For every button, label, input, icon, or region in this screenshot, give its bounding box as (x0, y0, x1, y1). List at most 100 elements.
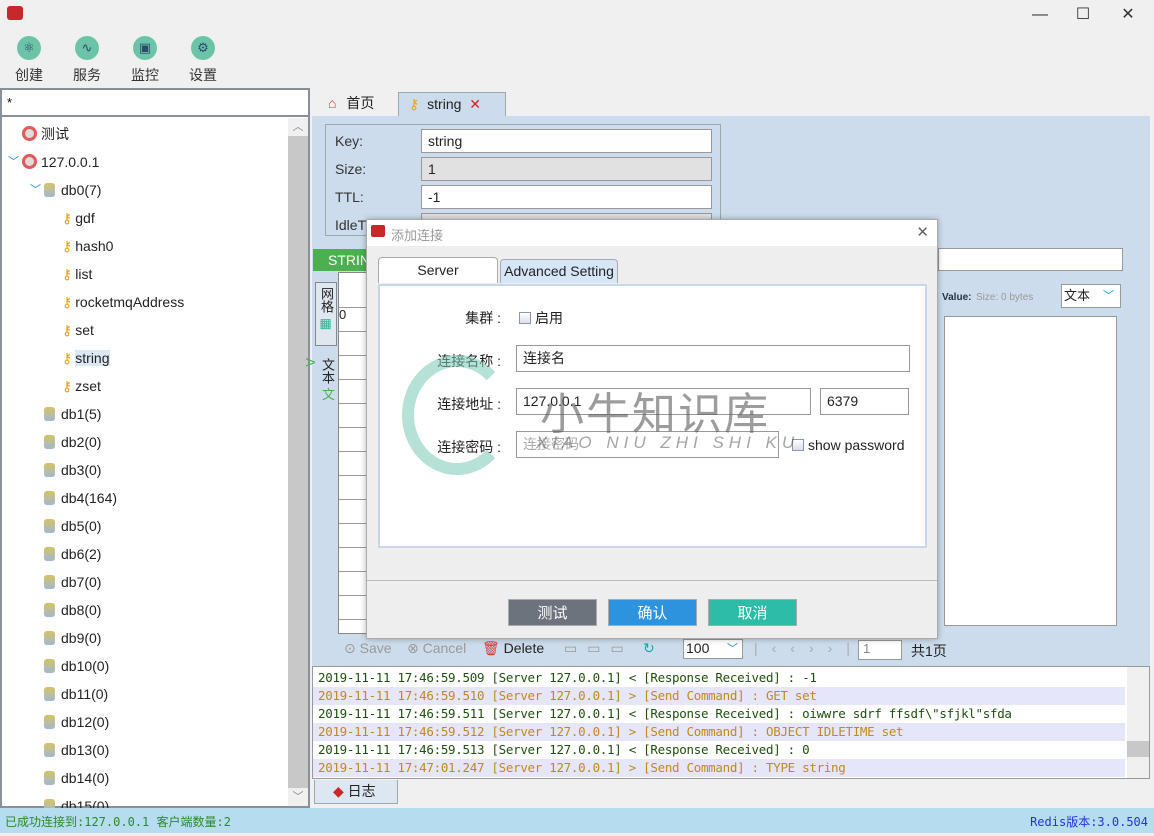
minimize-button[interactable]: — (1025, 4, 1055, 26)
connection-password-label: 连接密码 : (437, 439, 501, 455)
tab-log[interactable]: ◆ 日志 (314, 780, 398, 804)
tree-item-db[interactable]: db7(0) (44, 568, 101, 596)
key-icon: ⚷ (62, 266, 73, 282)
type-badge: STRIN (313, 249, 373, 271)
tree-scrollbar[interactable]: ︿ ﹀ (288, 118, 308, 806)
monitor-icon: ▣ (133, 36, 157, 60)
tree-item-db[interactable]: ﹀ db0(7) (30, 176, 101, 204)
value-textarea[interactable] (944, 316, 1117, 626)
pager-nav-icons[interactable]: |‹‹››| (754, 640, 864, 656)
chevron-down-icon[interactable]: ﹀ (30, 176, 41, 204)
tree-item-db[interactable]: db8(0) (44, 596, 101, 624)
password-input[interactable]: 连接密码 (516, 431, 779, 458)
status-redis-version: Redis版本:3.0.504 (1030, 815, 1148, 829)
database-icon (44, 715, 55, 729)
view-tab-grid[interactable]: 网格 ▦ (315, 282, 337, 346)
tree-item-db[interactable]: db2(0) (44, 428, 101, 456)
show-password-checkbox[interactable]: show password (792, 437, 905, 453)
key-icon: ⚷ (409, 96, 420, 112)
tree-item-key[interactable]: ⚷ set (62, 316, 94, 344)
tree-item-key[interactable]: ⚷ zset (62, 372, 101, 400)
add-connection-dialog: 添加连接 ✕ Server Advanced Setting 集群 : 启用 连… (366, 219, 938, 639)
database-icon (44, 547, 55, 561)
tree-item-db[interactable]: db9(0) (44, 624, 101, 652)
connection-name-input[interactable]: 连接名 (516, 345, 910, 372)
tree-item-db[interactable]: db1(5) (44, 400, 101, 428)
toolbar-label: 监控 (131, 67, 159, 83)
database-icon (44, 659, 55, 673)
tree-item-db[interactable]: db13(0) (44, 736, 109, 764)
tree-item-db[interactable]: db6(2) (44, 540, 101, 568)
toolbar-monitor-button[interactable]: ▣ 监控 (120, 36, 170, 85)
key-input[interactable]: string (421, 129, 712, 153)
log-scrollbar[interactable] (1127, 667, 1149, 778)
refresh-icon[interactable]: ↻ (643, 640, 655, 657)
tree-item-key[interactable]: ⚷ hash0 (62, 232, 113, 260)
cancel-icon: ⊗ (407, 640, 419, 656)
toolbar-label: 服务 (73, 67, 101, 83)
chevron-down-icon[interactable]: ﹀ (8, 148, 19, 176)
tree-item-db[interactable]: db14(0) (44, 764, 109, 792)
view-tab-text[interactable]: 文本 文A (303, 358, 337, 408)
toolbar-gear-button[interactable]: ⚙ 设置 (178, 36, 228, 85)
database-icon (44, 687, 55, 701)
cluster-label: 集群 : (465, 310, 501, 326)
tree-item-db[interactable]: db12(0) (44, 708, 109, 736)
host-input[interactable]: 127.0.0.1 (516, 388, 811, 415)
toolbar-atom-button[interactable]: ⚛ 创建 (4, 36, 54, 85)
tab-home[interactable]: ⌂ 首页 (318, 92, 398, 116)
tree-item-db[interactable]: db11(0) (44, 680, 108, 708)
delete-button[interactable]: 🗑 Delete (482, 640, 544, 657)
tree-item-server[interactable]: ﹀ 127.0.0.1 (8, 148, 99, 176)
scroll-up-icon[interactable]: ︿ (288, 118, 308, 136)
tab-string[interactable]: ⚷ string ✕ (398, 92, 506, 116)
row-action-icons[interactable]: ▭▭▭ (564, 640, 634, 657)
page-size-select[interactable]: 100 ﹀ (683, 639, 743, 659)
key-icon: ⚷ (62, 378, 73, 394)
cancel-button[interactable]: ⊗ Cancel (407, 640, 466, 657)
cluster-enable-checkbox[interactable]: 启用 (519, 308, 563, 328)
server-icon (22, 126, 37, 141)
tree-item-label: list (75, 266, 93, 282)
tree-item-db[interactable]: db10(0) (44, 652, 109, 680)
checkbox-label: 启用 (535, 310, 563, 326)
dialog-tab-server[interactable]: Server (378, 257, 498, 283)
tree-item-key[interactable]: ⚷ gdf (62, 204, 95, 232)
database-icon (44, 743, 55, 757)
tree-search-input[interactable] (2, 90, 308, 117)
ok-button[interactable]: 确认 (608, 599, 697, 626)
tree-item-db[interactable]: db4(164) (44, 484, 117, 512)
save-button[interactable]: ⊙ Save (344, 640, 392, 657)
cancel-dialog-button[interactable]: 取消 (708, 599, 797, 626)
tree-item-db[interactable]: db3(0) (44, 456, 101, 484)
tree-item-db[interactable]: db5(0) (44, 512, 101, 540)
database-icon (44, 407, 55, 421)
value-format-select[interactable]: 文本 ﹀ (1061, 284, 1121, 308)
close-window-button[interactable]: ✕ (1113, 4, 1143, 26)
status-connection: 已成功连接到:127.0.0.1 客户端数量:2 (5, 815, 231, 829)
tree-item-key[interactable]: ⚷ string (62, 344, 110, 372)
port-input[interactable]: 6379 (820, 388, 909, 415)
view-tab-label: 文本 (320, 358, 335, 384)
dialog-close-icon[interactable]: ✕ (916, 223, 929, 241)
dialog-tab-advanced[interactable]: Advanced Setting (500, 259, 618, 283)
tree-item-server[interactable]: 测试 (22, 120, 69, 148)
cancel-label: Cancel (422, 640, 467, 656)
maximize-button[interactable]: ☐ (1068, 4, 1098, 26)
toolbar-wave-button[interactable]: ∿ 服务 (62, 36, 112, 85)
tree-item-key[interactable]: ⚷ list (62, 260, 92, 288)
database-icon (44, 631, 55, 645)
tree-item-label: db14(0) (61, 770, 110, 786)
ttl-input[interactable]: -1 (421, 185, 712, 209)
close-tab-icon[interactable]: ✕ (469, 96, 481, 112)
connection-name-label: 连接名称 : (437, 353, 501, 369)
test-button[interactable]: 测试 (508, 599, 597, 626)
value-search-input[interactable] (938, 248, 1123, 271)
log-entry: 2019-11-11 17:46:59.513 [Server 127.0.0.… (313, 741, 1125, 759)
toolbar-label: 创建 (15, 67, 43, 83)
tree-item-label: db2(0) (61, 434, 102, 450)
scroll-down-icon[interactable]: ﹀ (288, 788, 308, 806)
tree-item-key[interactable]: ⚷ rocketmqAddress (62, 288, 184, 316)
database-icon (44, 491, 55, 505)
page-input[interactable]: 1 (858, 640, 902, 660)
